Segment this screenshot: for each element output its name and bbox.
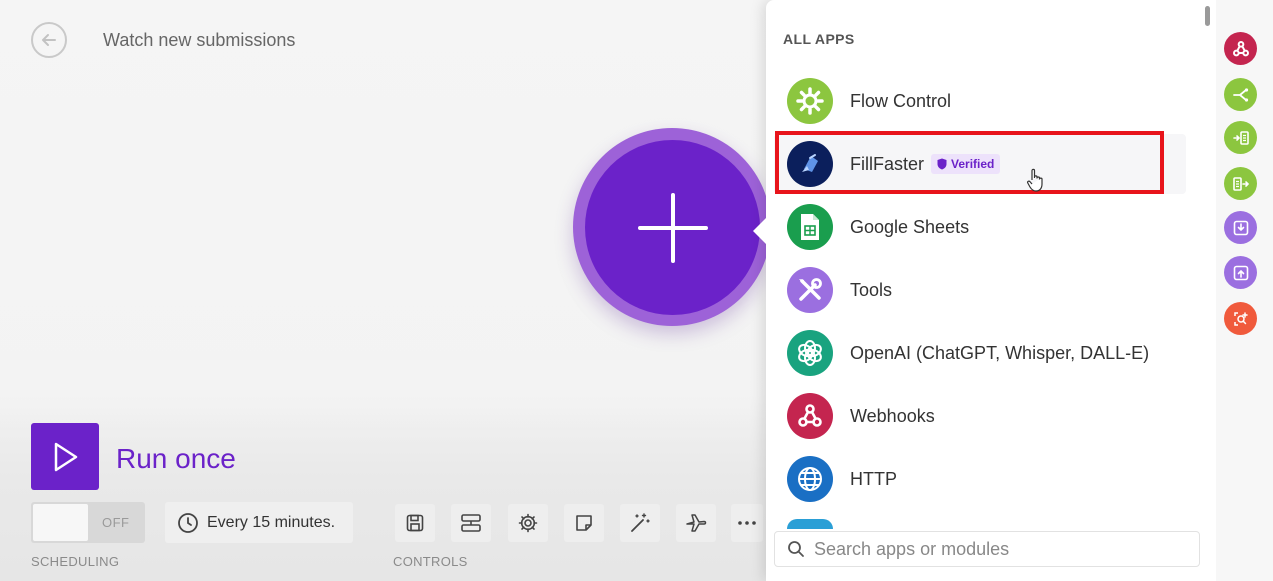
run-once-button[interactable] — [31, 423, 99, 490]
schedule-interval-text: Every 15 minutes. — [207, 513, 336, 531]
app-name: FillFaster Verified — [850, 154, 1001, 175]
plus-icon — [637, 192, 708, 263]
airplane-icon — [686, 514, 707, 532]
aggregator-icon — [1232, 176, 1249, 191]
app-name: Flow Control — [850, 90, 952, 111]
search-icon — [788, 541, 804, 557]
rail-webhook-button[interactable] — [1224, 32, 1257, 65]
magic-wand-icon — [631, 513, 650, 532]
app-item-partial-icon — [787, 519, 833, 529]
scenario-title[interactable]: Watch new submissions — [103, 30, 295, 51]
app-item-google-sheets[interactable]: Google Sheets — [774, 197, 1186, 257]
auto-align-button[interactable] — [451, 504, 491, 542]
panel-scrollbar[interactable] — [1205, 6, 1210, 26]
flow-button[interactable] — [676, 504, 716, 542]
globe-icon — [787, 456, 833, 502]
panel-pointer — [753, 217, 767, 245]
flow-control-icon — [787, 78, 833, 124]
gear-icon — [518, 513, 538, 533]
app-search-box[interactable] — [774, 531, 1200, 567]
align-icon — [461, 514, 481, 532]
more-icon — [738, 521, 756, 525]
save-button[interactable] — [395, 504, 435, 542]
iterator-icon — [1232, 130, 1249, 145]
download-icon — [1233, 220, 1248, 235]
play-icon — [54, 442, 78, 471]
hand-cursor-icon — [1027, 168, 1043, 192]
rail-router-button[interactable] — [1224, 78, 1257, 111]
router-icon — [1232, 87, 1248, 102]
app-item-tools[interactable]: Tools — [774, 260, 1186, 320]
rail-aggregator-button[interactable] — [1224, 167, 1257, 200]
add-module-button[interactable] — [585, 140, 760, 315]
verified-badge: Verified — [931, 154, 1001, 174]
module-shortcut-rail — [1216, 0, 1273, 581]
app-picker-panel: ALL APPS Flow Control FillFaster Verifie… — [766, 0, 1216, 581]
app-item-http[interactable]: HTTP — [774, 449, 1186, 509]
notes-button[interactable] — [564, 504, 604, 542]
back-button[interactable] — [31, 22, 67, 58]
webhook-icon — [787, 393, 833, 439]
search-input[interactable] — [814, 538, 1194, 560]
magic-button[interactable] — [620, 504, 660, 542]
panel-heading: ALL APPS — [783, 31, 855, 47]
scheduling-section-label: SCHEDULING — [31, 554, 120, 569]
settings-button[interactable] — [508, 504, 548, 542]
run-once-label[interactable]: Run once — [116, 443, 236, 475]
tools-icon — [787, 267, 833, 313]
app-name: Google Sheets — [850, 216, 970, 237]
app-name: HTTP — [850, 468, 897, 489]
app-item-webhooks[interactable]: Webhooks — [774, 386, 1186, 446]
controls-section-label: CONTROLS — [393, 554, 468, 569]
note-icon — [576, 515, 592, 531]
app-name: OpenAI (ChatGPT, Whisper, DALL-E) — [850, 342, 1150, 363]
rail-upload-button[interactable] — [1224, 256, 1257, 289]
upload-icon — [1233, 265, 1248, 280]
openai-icon — [787, 330, 833, 376]
app-item-flow-control[interactable]: Flow Control — [774, 71, 1186, 131]
fillfaster-logo-icon — [787, 141, 833, 187]
rail-iterator-button[interactable] — [1224, 121, 1257, 154]
app-item-fillfaster[interactable]: FillFaster Verified — [774, 134, 1186, 194]
app-name: Tools — [850, 279, 893, 300]
app-item-openai[interactable]: OpenAI (ChatGPT, Whisper, DALL-E) — [774, 323, 1186, 383]
rail-search-plus-button[interactable] — [1224, 302, 1257, 335]
more-button[interactable] — [731, 504, 763, 542]
scheduling-toggle[interactable]: OFF — [31, 502, 145, 543]
search-plus-icon — [1233, 311, 1248, 326]
save-icon — [406, 514, 424, 532]
toggle-state: OFF — [102, 515, 130, 530]
spreadsheet-icon — [787, 204, 833, 250]
clock-icon — [178, 512, 198, 533]
schedule-interval-button[interactable]: Every 15 minutes. — [165, 502, 353, 543]
rail-download-button[interactable] — [1224, 211, 1257, 244]
arrow-left-icon — [42, 34, 56, 46]
app-name: Webhooks — [850, 405, 935, 426]
shield-icon — [937, 158, 947, 170]
toggle-knob — [33, 504, 88, 541]
webhook-icon — [1232, 40, 1249, 56]
